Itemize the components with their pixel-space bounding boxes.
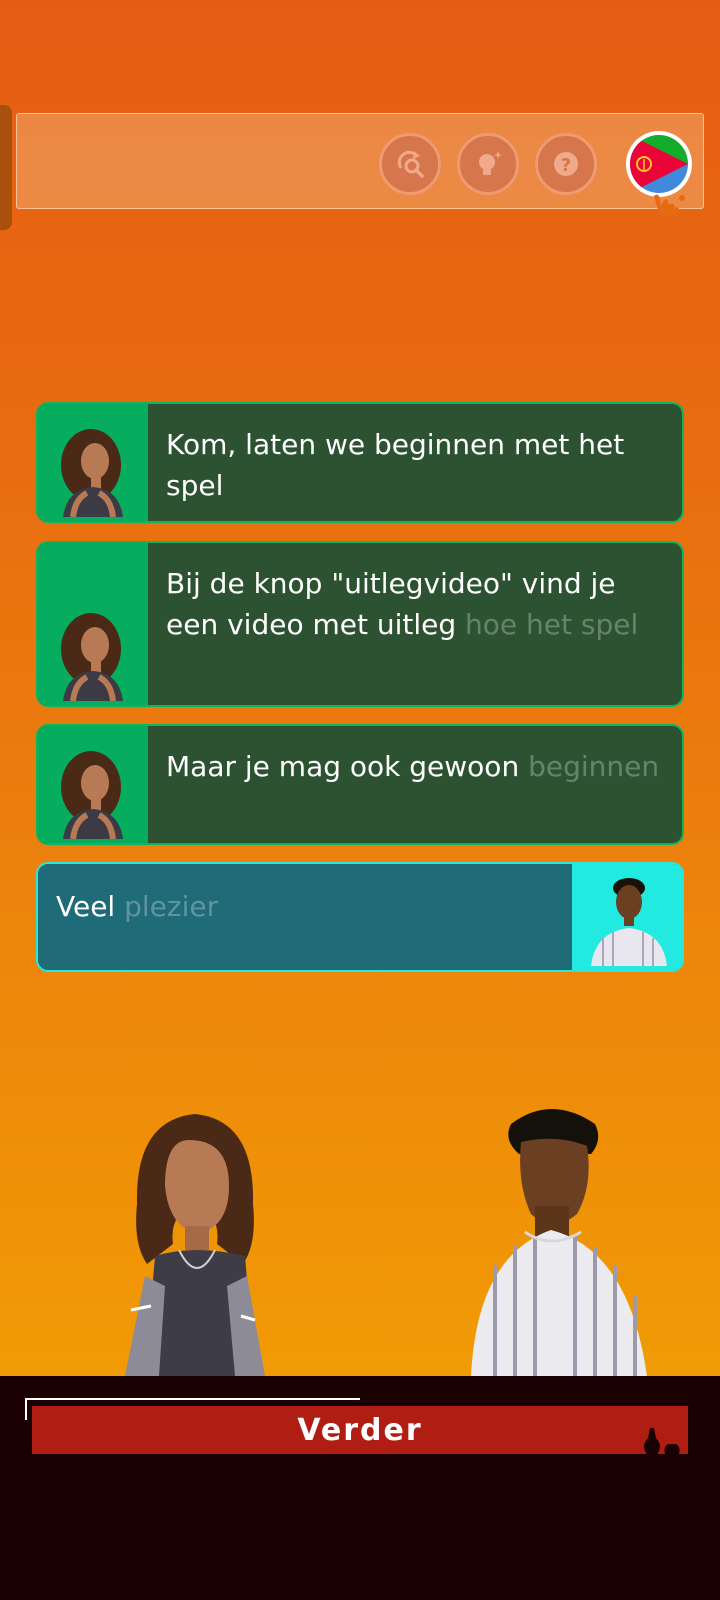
message-text: Veel plezier: [56, 890, 219, 923]
woman-avatar-icon: [61, 751, 123, 839]
hint-button[interactable]: [457, 133, 519, 195]
woman-avatar-icon: [61, 429, 123, 517]
eritrea-flag-icon: [630, 135, 688, 193]
woman-avatar: [38, 726, 148, 843]
chat-message: Kom, laten we beginnen met het spel: [36, 402, 684, 523]
woman-avatar: [38, 543, 148, 705]
continue-button[interactable]: Verder: [32, 1406, 688, 1454]
pointer-hand-icon: [654, 194, 685, 216]
language-button[interactable]: [626, 131, 692, 197]
chat-message: Maar je mag ook gewoon beginnen: [36, 724, 684, 845]
message-text: Kom, laten we beginnen met het spel: [166, 428, 625, 502]
lightbulb-icon: [479, 151, 502, 175]
toolbar: ?: [16, 113, 704, 209]
svg-text:?: ?: [561, 155, 571, 176]
woman-avatar: [38, 404, 148, 521]
man-character: [471, 1109, 647, 1376]
continue-button-label: Verder: [297, 1412, 423, 1448]
help-button[interactable]: ?: [535, 133, 597, 195]
chat-message: Veel plezier: [36, 862, 684, 972]
woman-character: [125, 1114, 265, 1376]
man-avatar: [572, 864, 682, 970]
chat-message: Bij de knop "uitlegvideo" vind je een vi…: [36, 541, 684, 707]
man-avatar-icon: [591, 878, 667, 966]
woman-avatar-icon: [61, 613, 123, 701]
message-text: Bij de knop "uitlegvideo" vind je een vi…: [166, 567, 639, 641]
message-text: Maar je mag ook gewoon beginnen: [166, 750, 660, 783]
question-icon: ?: [554, 152, 578, 176]
search-refresh-icon: [397, 150, 424, 178]
side-drawer-tab[interactable]: [0, 105, 12, 230]
jug-icon: [644, 1428, 680, 1456]
search-refresh-button[interactable]: [379, 133, 441, 195]
